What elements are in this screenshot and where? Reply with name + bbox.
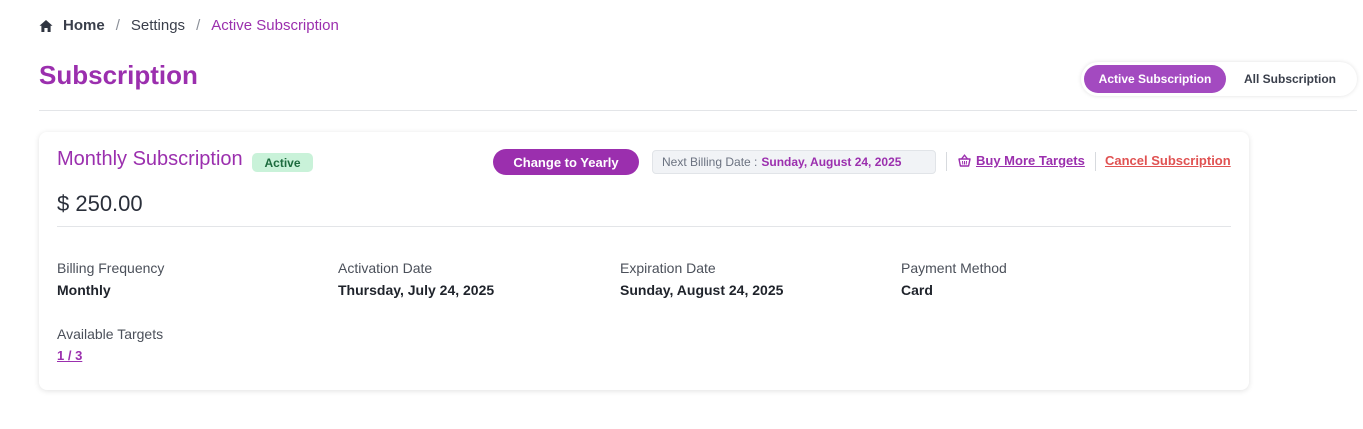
expiration-date-label: Expiration Date bbox=[620, 260, 716, 276]
available-targets-label: Available Targets bbox=[57, 326, 164, 342]
all-subscription-tab[interactable]: All Subscription bbox=[1226, 65, 1354, 93]
status-badge: Active bbox=[252, 153, 313, 172]
active-subscription-tab[interactable]: Active Subscription bbox=[1084, 65, 1226, 93]
billing-frequency-value: Monthly bbox=[57, 282, 111, 298]
billing-frequency-label: Billing Frequency bbox=[57, 260, 165, 276]
breadcrumb-current: Active Subscription bbox=[211, 17, 339, 34]
action-separator bbox=[946, 152, 947, 171]
header-divider bbox=[39, 110, 1357, 111]
payment-method-field: Payment Method Card bbox=[901, 260, 1007, 298]
expiration-date-value: Sunday, August 24, 2025 bbox=[620, 282, 784, 298]
available-targets-field: Available Targets 1 / 3 bbox=[57, 326, 163, 363]
action-separator bbox=[1095, 152, 1096, 171]
billing-frequency-field: Billing Frequency Monthly bbox=[57, 260, 164, 298]
buy-more-targets-link[interactable]: Buy More Targets bbox=[958, 153, 1085, 168]
subscription-price: $ 250.00 bbox=[57, 191, 143, 216]
activation-date-field: Activation Date Thursday, July 24, 2025 bbox=[338, 260, 494, 298]
next-billing-value: Sunday, August 24, 2025 bbox=[761, 155, 902, 169]
breadcrumb-separator: / bbox=[115, 17, 120, 34]
buy-more-targets-label: Buy More Targets bbox=[976, 153, 1085, 168]
activation-date-label: Activation Date bbox=[338, 260, 433, 276]
change-to-yearly-button[interactable]: Change to Yearly bbox=[493, 149, 639, 175]
breadcrumb: Home / Settings / Active Subscription bbox=[39, 17, 339, 34]
activation-date-value: Thursday, July 24, 2025 bbox=[338, 282, 495, 298]
breadcrumb-settings-link[interactable]: Settings bbox=[131, 17, 185, 34]
subscription-view-toggle: Active Subscription All Subscription bbox=[1081, 62, 1357, 96]
next-billing-label: Next Billing Date : bbox=[662, 155, 758, 169]
plan-name: Monthly Subscription bbox=[57, 148, 243, 170]
basket-icon bbox=[958, 154, 971, 167]
payment-method-value: Card bbox=[901, 282, 933, 298]
home-icon[interactable] bbox=[39, 19, 53, 33]
breadcrumb-separator: / bbox=[196, 17, 201, 34]
card-divider bbox=[57, 226, 1231, 227]
breadcrumb-home-link[interactable]: Home bbox=[63, 17, 105, 34]
payment-method-label: Payment Method bbox=[901, 260, 1007, 276]
cancel-subscription-link[interactable]: Cancel Subscription bbox=[1105, 153, 1231, 168]
available-targets-link[interactable]: 1 / 3 bbox=[57, 348, 163, 363]
expiration-date-field: Expiration Date Sunday, August 24, 2025 bbox=[620, 260, 783, 298]
subscription-card: Monthly Subscription Active Change to Ye… bbox=[39, 132, 1249, 390]
page-title: Subscription bbox=[39, 60, 198, 90]
next-billing-date: Next Billing Date : Sunday, August 24, 2… bbox=[652, 150, 936, 174]
